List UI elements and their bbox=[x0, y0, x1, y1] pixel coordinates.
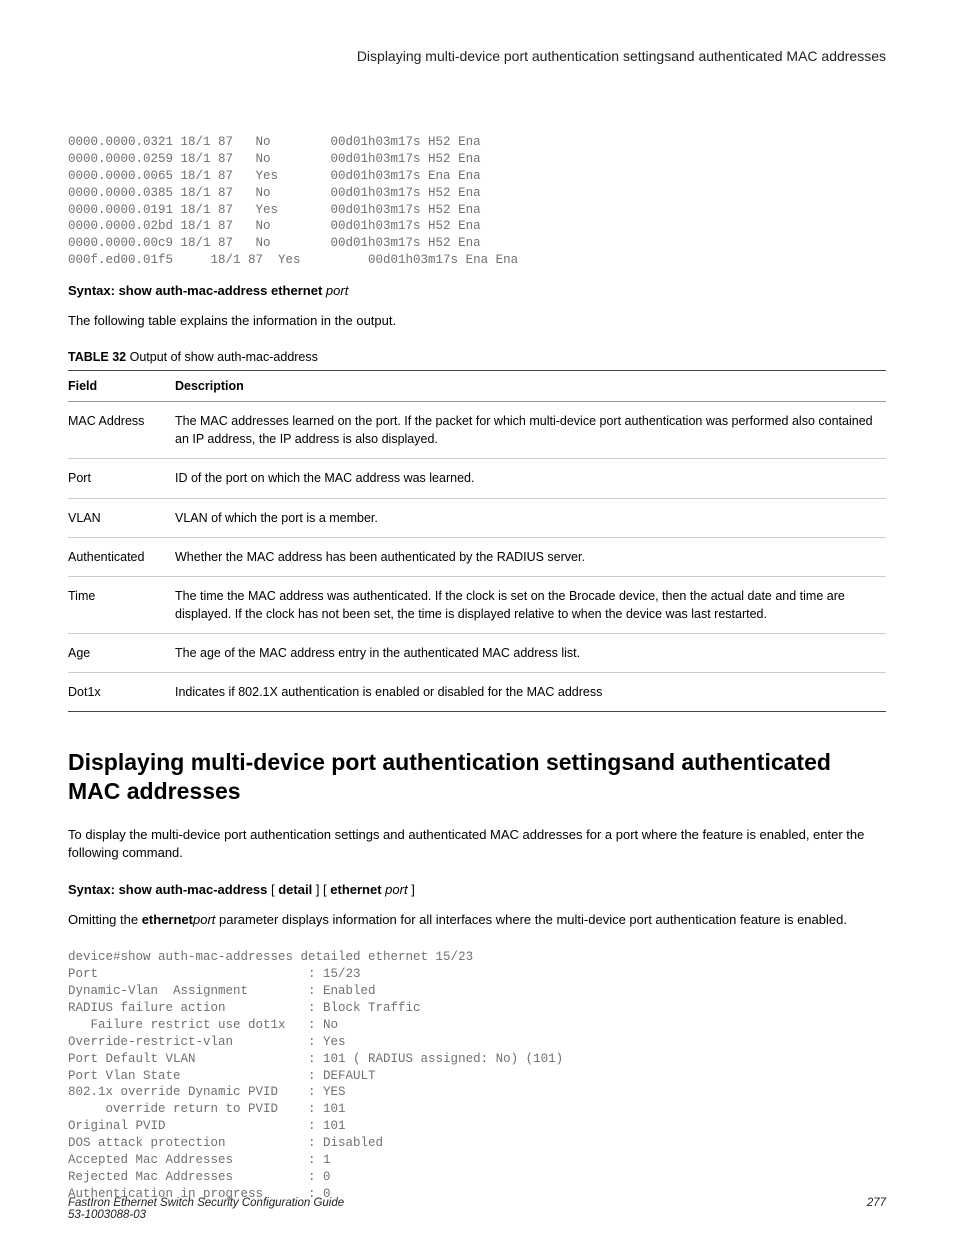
footer-title: FastIron Ethernet Switch Security Config… bbox=[68, 1197, 344, 1209]
th-field: Field bbox=[68, 371, 175, 402]
page-footer: FastIron Ethernet Switch Security Config… bbox=[68, 1197, 886, 1221]
cell-field: MAC Address bbox=[68, 402, 175, 459]
page-container: Displaying multi-device port authenticat… bbox=[0, 0, 954, 1257]
table-row: Time The time the MAC address was authen… bbox=[68, 576, 886, 633]
page-header: Displaying multi-device port authenticat… bbox=[68, 48, 886, 64]
cell-desc: VLAN of which the port is a member. bbox=[175, 498, 886, 537]
table-row: VLAN VLAN of which the port is a member. bbox=[68, 498, 886, 537]
syntax2-ital: port bbox=[382, 882, 408, 897]
paragraph-omitting: Omitting the ethernetport parameter disp… bbox=[68, 911, 886, 929]
footer-left: FastIron Ethernet Switch Security Config… bbox=[68, 1197, 344, 1221]
syntax2-plain2: ] [ bbox=[312, 882, 330, 897]
paragraph-intro: The following table explains the informa… bbox=[68, 312, 886, 330]
output-table: Field Description MAC Address The MAC ad… bbox=[68, 370, 886, 712]
para3-ital: port bbox=[193, 912, 215, 927]
footer-docnum: 53-1003088-03 bbox=[68, 1209, 344, 1221]
cell-desc: ID of the port on which the MAC address … bbox=[175, 459, 886, 498]
table-row: Authenticated Whether the MAC address ha… bbox=[68, 537, 886, 576]
cell-field: VLAN bbox=[68, 498, 175, 537]
para3-bold: ethernet bbox=[142, 912, 193, 927]
table-caption-text: Output of show auth-mac-address bbox=[126, 350, 318, 364]
cell-field: Dot1x bbox=[68, 673, 175, 712]
cell-desc: Indicates if 802.1X authentication is en… bbox=[175, 673, 886, 712]
syntax-line-2: Syntax: show auth-mac-address [ detail ]… bbox=[68, 882, 886, 897]
cell-desc: Whether the MAC address has been authent… bbox=[175, 537, 886, 576]
table-caption-bold: TABLE 32 bbox=[68, 350, 126, 364]
para3-pre: Omitting the bbox=[68, 912, 142, 927]
table-row: Port ID of the port on which the MAC add… bbox=[68, 459, 886, 498]
para3-post: parameter displays information for all i… bbox=[215, 912, 847, 927]
cell-field: Port bbox=[68, 459, 175, 498]
table-caption: TABLE 32 Output of show auth-mac-address bbox=[68, 350, 886, 364]
syntax2-plain1: [ bbox=[267, 882, 278, 897]
cell-field: Time bbox=[68, 576, 175, 633]
syntax-ital: port bbox=[326, 283, 348, 298]
syntax2-bold2: detail bbox=[278, 882, 312, 897]
code-block-detailed: device#show auth-mac-addresses detailed … bbox=[68, 949, 886, 1202]
paragraph-section-intro: To display the multi-device port authent… bbox=[68, 826, 886, 862]
syntax-bold: Syntax: show auth-mac-address ethernet bbox=[68, 283, 326, 298]
footer-page-number: 277 bbox=[867, 1197, 886, 1221]
code-block-mac-list: 0000.0000.0321 18/1 87 No 00d01h03m17s H… bbox=[68, 134, 886, 269]
syntax2-bold1: Syntax: show auth-mac-address bbox=[68, 882, 267, 897]
table-row: Age The age of the MAC address entry in … bbox=[68, 634, 886, 673]
cell-desc: The time the MAC address was authenticat… bbox=[175, 576, 886, 633]
cell-desc: The MAC addresses learned on the port. I… bbox=[175, 402, 886, 459]
table-row: Dot1x Indicates if 802.1X authentication… bbox=[68, 673, 886, 712]
cell-field: Age bbox=[68, 634, 175, 673]
section-heading: Displaying multi-device port authenticat… bbox=[68, 748, 886, 806]
syntax2-bold3: ethernet bbox=[330, 882, 381, 897]
th-description: Description bbox=[175, 371, 886, 402]
cell-desc: The age of the MAC address entry in the … bbox=[175, 634, 886, 673]
cell-field: Authenticated bbox=[68, 537, 175, 576]
table-row: MAC Address The MAC addresses learned on… bbox=[68, 402, 886, 459]
syntax-line-1: Syntax: show auth-mac-address ethernet p… bbox=[68, 283, 886, 298]
syntax2-plain3: ] bbox=[408, 882, 415, 897]
